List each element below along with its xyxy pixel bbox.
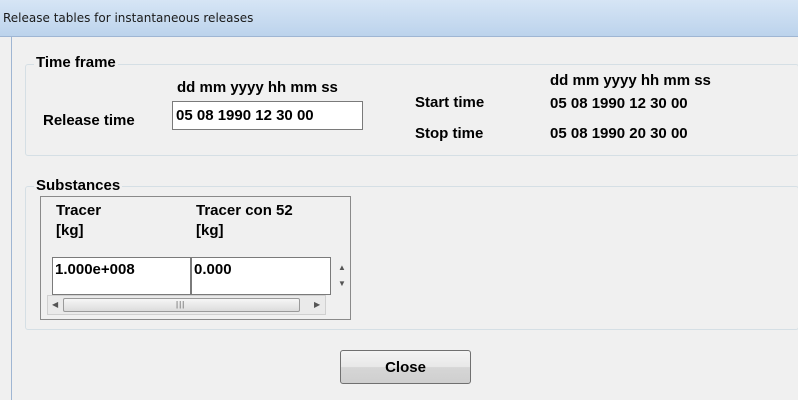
title-bar[interactable]: Release tables for instantaneous release… [0,0,798,37]
right-arrow-icon[interactable]: ▶ [314,300,320,309]
substances-group-title: Substances [34,177,123,194]
time-format-right: dd mm yyyy hh mm ss [550,72,711,89]
stop-time-value: 05 08 1990 20 30 00 [550,125,688,142]
start-time-value: 05 08 1990 12 30 00 [550,95,688,112]
time-format-left: dd mm yyyy hh mm ss [177,79,338,96]
time-frame-group-title: Time frame [34,54,118,71]
column-unit-tracer: [kg] [56,222,84,239]
up-arrow-icon[interactable]: ▲ [338,263,346,272]
scrollbar-grip: ||| [176,300,186,309]
left-arrow-icon[interactable]: ◀ [52,300,58,309]
column-header-tracer: Tracer [56,202,102,219]
stop-time-label: Stop time [415,125,484,142]
horizontal-scrollbar[interactable]: ◀ ||| ▶ [47,295,326,315]
scrollbar-thumb[interactable]: ||| [63,298,300,312]
window-title: Release tables for instantaneous release… [3,11,254,25]
cell-tracer-value[interactable]: 1.000e+008 [52,257,191,295]
column-unit-tracer-con-52: [kg] [196,222,224,239]
cell-tracer-con-52-value[interactable]: 0.000 [191,257,331,295]
release-tables-window: Release tables for instantaneous release… [0,0,798,400]
release-time-label: Release time [43,112,135,129]
down-arrow-icon[interactable]: ▼ [338,279,346,288]
column-header-tracer-con-52: Tracer con 52 [196,202,293,219]
release-time-input[interactable] [172,101,363,130]
close-button[interactable]: Close [340,350,471,384]
start-time-label: Start time [415,94,485,111]
